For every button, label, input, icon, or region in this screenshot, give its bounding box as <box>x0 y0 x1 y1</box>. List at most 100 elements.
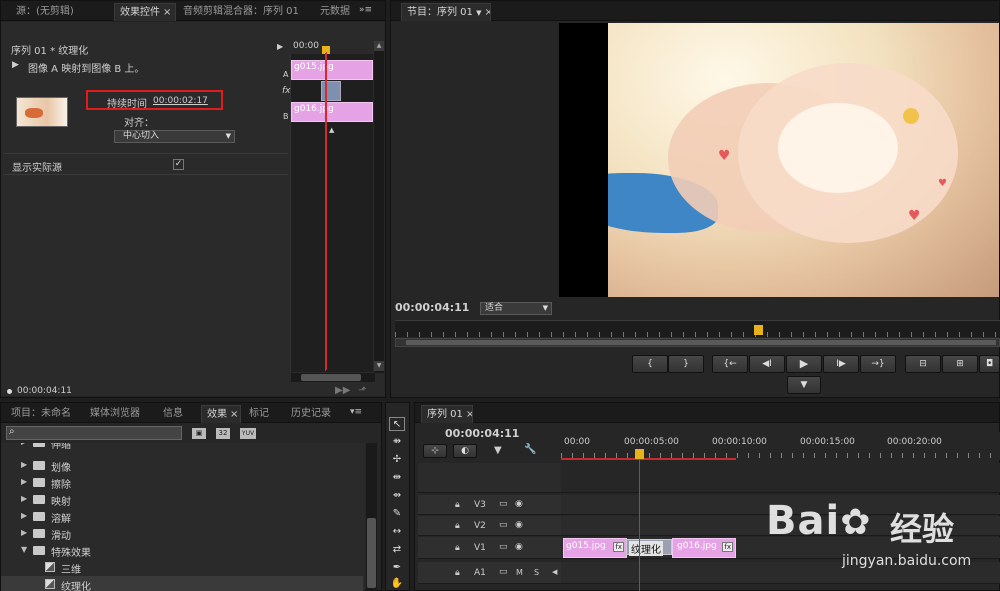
slide-tool-icon[interactable]: ⇄ <box>389 543 405 557</box>
expand-arrow-icon[interactable]: ▶ <box>12 60 19 70</box>
snap-button[interactable]: ⊹ <box>423 444 447 458</box>
extract-button[interactable]: ⊞ <box>942 355 978 373</box>
tab-project[interactable]: 项目：未命名 <box>6 405 78 423</box>
track-select-tool-icon[interactable]: ⇻ <box>389 435 405 449</box>
add-marker-button[interactable]: ▼ <box>787 376 821 394</box>
timeline-playhead-icon[interactable] <box>635 449 644 459</box>
go-to-in-button[interactable]: {← <box>712 355 748 373</box>
eye-icon[interactable]: ◉ <box>515 499 523 509</box>
rate-stretch-tool-icon[interactable]: ⇴ <box>389 489 405 503</box>
tab-markers[interactable]: 标记 <box>244 405 276 423</box>
timeline-clip-g016[interactable]: g016.jpg fx <box>672 538 736 558</box>
zoom-dropdown[interactable]: 适合 ▼ <box>480 302 552 315</box>
sync-lock-icon[interactable]: ▭ <box>499 520 508 530</box>
ripple-edit-tool-icon[interactable]: ✢ <box>389 453 405 467</box>
expand-track-icon[interactable]: ◀ <box>552 568 557 576</box>
tree-folder-expanded[interactable]: ▼ 特殊效果 <box>1 542 363 559</box>
step-forward-button[interactable]: I▶ <box>823 355 859 373</box>
slip-tool-icon[interactable]: ↔ <box>389 525 405 539</box>
play-transition-icon[interactable]: ▶ <box>277 42 283 51</box>
work-area-bar[interactable] <box>561 458 736 460</box>
clip-b[interactable]: g016.jpg <box>291 102 373 122</box>
scroll-thumb[interactable] <box>301 374 361 381</box>
add-marker-icon[interactable]: ▼ <box>494 445 502 456</box>
expand-arrow-icon[interactable]: ▶ <box>21 460 27 469</box>
tree-folder[interactable]: ▶ 映射 <box>1 491 363 508</box>
play-button[interactable]: ▶ <box>786 355 822 373</box>
32bit-effects-icon[interactable]: 32 <box>216 428 230 439</box>
tab-program[interactable]: 节目：序列 01 ▼× <box>401 3 491 21</box>
tab-source[interactable]: 源：(无剪辑) <box>11 3 109 21</box>
close-icon[interactable]: × <box>484 7 490 18</box>
lift-button[interactable]: ⊟ <box>905 355 941 373</box>
rolling-edit-tool-icon[interactable]: ⇹ <box>389 471 405 485</box>
mute-button[interactable]: M <box>516 568 523 577</box>
panel-menu-icon[interactable]: »≡ <box>359 5 372 15</box>
hand-tool-icon[interactable]: ✋ <box>389 577 405 591</box>
close-icon[interactable]: × <box>466 409 472 420</box>
tab-audio-clip-mixer[interactable]: 音频剪辑混合器：序列 01 <box>178 3 306 21</box>
scroll-thumb[interactable] <box>406 340 996 345</box>
tab-media-browser[interactable]: 媒体浏览器 <box>85 405 147 423</box>
tree-preset[interactable]: 三维 <box>1 559 363 576</box>
lock-icon[interactable]: 🔒︎ <box>455 500 460 510</box>
lock-icon[interactable]: 🔒︎ <box>455 521 460 531</box>
effect-controls-scrollbar[interactable]: ▲ ▼ <box>374 41 384 373</box>
expand-arrow-icon[interactable]: ▶ <box>21 511 27 520</box>
tab-history[interactable]: 历史记录 <box>286 405 340 423</box>
step-back-button[interactable]: ◀I <box>749 355 785 373</box>
razor-tool-icon[interactable]: ✎ <box>389 507 405 521</box>
tree-preset-selected[interactable]: 纹理化 <box>1 576 363 591</box>
tab-effects[interactable]: 效果 × <box>201 405 241 423</box>
duration-value[interactable]: 00:00:02:17 <box>153 96 208 106</box>
timeline-transition[interactable]: 纹理化 <box>626 539 672 556</box>
program-playhead-icon[interactable] <box>754 325 763 335</box>
export-icon[interactable]: ⬏ <box>358 385 366 396</box>
program-timecode[interactable]: 00:00:04:11 <box>395 301 469 314</box>
show-source-checkbox[interactable]: ✓ <box>173 159 184 170</box>
expand-arrow-icon[interactable]: ▶ <box>21 443 27 446</box>
timeline-clip-g015[interactable]: g015.jpg fx <box>563 538 627 558</box>
wrench-icon[interactable]: 🔧 <box>524 444 536 455</box>
tab-sequence[interactable]: 序列 01× <box>421 405 473 423</box>
tree-folder[interactable]: ▶ 伸缩 <box>1 443 363 451</box>
yuv-effects-icon[interactable]: YUV <box>240 428 256 439</box>
sync-lock-icon[interactable]: ▭ <box>499 567 508 577</box>
expand-arrow-icon[interactable]: ▶ <box>21 528 27 537</box>
expand-arrow-icon[interactable]: ▶ <box>21 477 27 486</box>
eye-icon[interactable]: ◉ <box>515 542 523 552</box>
play-audio-icon[interactable]: ▶▶ <box>335 385 350 396</box>
mark-in-button[interactable]: { <box>632 355 668 373</box>
panel-menu-icon[interactable]: ▾≡ <box>350 407 362 417</box>
export-frame-button[interactable]: ◘ <box>979 355 1000 373</box>
sync-lock-icon[interactable]: ▭ <box>499 499 508 509</box>
close-icon[interactable]: × <box>163 7 171 18</box>
scroll-down-icon[interactable]: ▼ <box>374 361 384 371</box>
tab-effect-controls[interactable]: 效果控件 × <box>114 3 176 21</box>
tab-menu-icon[interactable]: ▼ <box>476 9 481 17</box>
tree-folder[interactable]: ▶ 划像 <box>1 457 363 474</box>
effects-search-input[interactable]: ⌕ <box>6 426 182 440</box>
mini-timeline-hscroll[interactable] <box>291 373 375 382</box>
expand-arrow-icon[interactable]: ▶ <box>21 494 27 503</box>
lock-icon[interactable]: 🔒︎ <box>455 568 460 578</box>
align-dropdown[interactable]: 中心切入 ▼ <box>114 130 235 143</box>
tree-folder[interactable]: ▶ 溶解 <box>1 508 363 525</box>
lock-icon[interactable]: 🔒︎ <box>455 543 460 553</box>
selection-tool-icon[interactable]: ↖ <box>389 417 405 431</box>
clip-a[interactable]: g015.jpg <box>291 60 373 80</box>
go-to-out-button[interactable]: →} <box>860 355 896 373</box>
close-icon[interactable]: × <box>230 409 238 420</box>
accelerated-effects-icon[interactable]: ▣ <box>192 428 206 439</box>
tree-folder[interactable]: ▶ 滑动 <box>1 525 363 542</box>
eye-icon[interactable]: ◉ <box>515 520 523 530</box>
transition-block[interactable] <box>321 81 341 101</box>
pen-tool-icon[interactable]: ✒ <box>389 561 405 575</box>
collapse-arrow-icon[interactable]: ▼ <box>21 545 27 554</box>
timeline-timecode[interactable]: 00:00:04:11 <box>445 427 519 440</box>
linked-selection-button[interactable]: ◐ <box>453 444 477 458</box>
program-time-ruler[interactable] <box>395 320 1000 337</box>
scroll-thumb[interactable] <box>367 518 376 588</box>
program-zoom-scrollbar[interactable] <box>395 338 1000 347</box>
tree-folder[interactable]: ▶ 擦除 <box>1 474 363 491</box>
